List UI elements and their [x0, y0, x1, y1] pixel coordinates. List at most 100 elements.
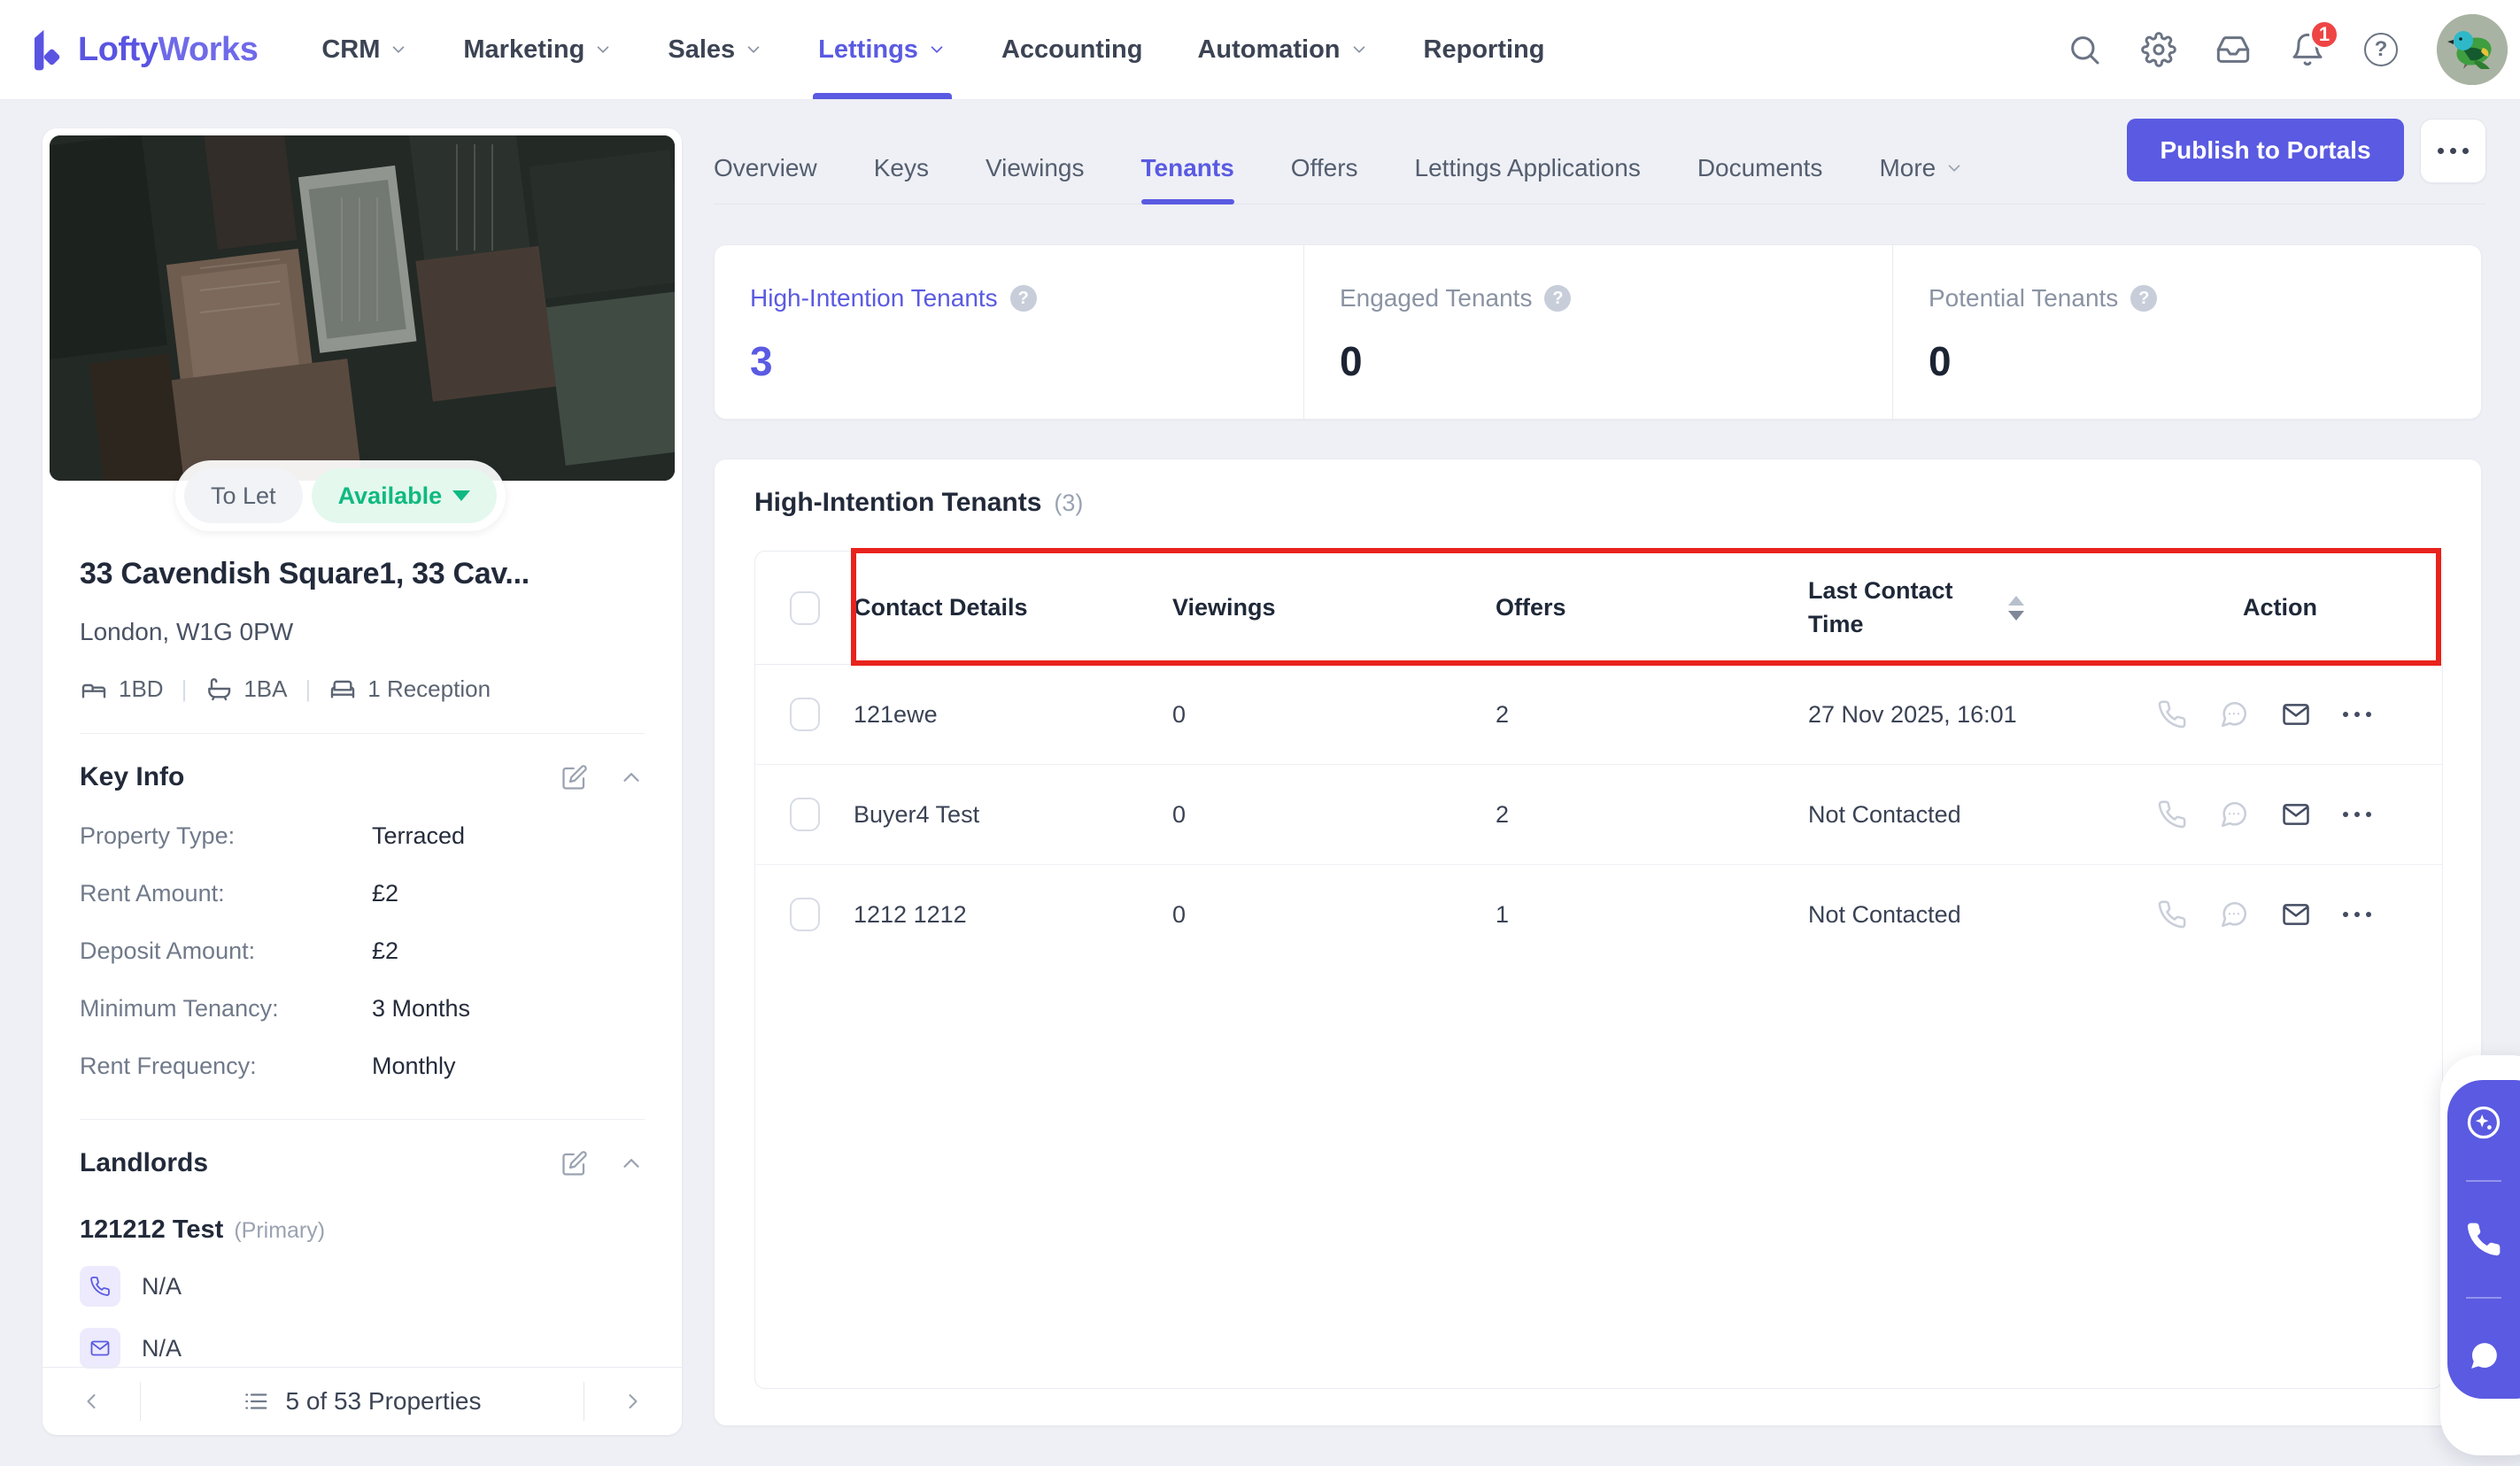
- inbox-icon[interactable]: [2215, 32, 2251, 67]
- list-icon: [243, 1388, 269, 1415]
- divider: |: [181, 675, 188, 702]
- menu-marketing[interactable]: Marketing: [463, 0, 613, 99]
- key-info-row: Minimum Tenancy: 3 Months: [80, 995, 471, 1022]
- main-menu: CRM Marketing Sales Lettings Accounting …: [321, 0, 1544, 99]
- menu-accounting[interactable]: Accounting: [1001, 0, 1143, 99]
- chevron-up-icon[interactable]: [618, 1150, 645, 1177]
- loftyworks-logo-icon: [35, 29, 60, 71]
- select-all-checkbox[interactable]: [789, 590, 820, 625]
- mail-icon[interactable]: [80, 1328, 120, 1369]
- menu-automation[interactable]: Automation: [1197, 0, 1368, 99]
- help-icon[interactable]: ?: [1009, 285, 1037, 312]
- tab-documents[interactable]: Documents: [1697, 133, 1823, 204]
- phone-icon[interactable]: [80, 1266, 120, 1307]
- menu-reporting[interactable]: Reporting: [1424, 0, 1545, 99]
- bed-icon: [80, 675, 108, 703]
- chevron-down-icon: [744, 40, 763, 59]
- tab-more[interactable]: More: [1879, 133, 1964, 204]
- table-title: High-Intention Tenants (3): [754, 488, 1084, 517]
- edit-icon[interactable]: [561, 1150, 588, 1177]
- mail-icon[interactable]: [2281, 799, 2311, 829]
- chevron-down-icon: [389, 40, 408, 59]
- mail-icon[interactable]: [2281, 899, 2311, 930]
- stat-engaged: Engaged Tenants? 0: [1303, 245, 1892, 419]
- property-list-button[interactable]: 5 of 53 Properties: [141, 1387, 584, 1416]
- nav-utilities: 1 ?: [2067, 14, 2508, 85]
- more-icon[interactable]: [2343, 712, 2371, 717]
- stat-high-intention: High-Intention Tenants? 3: [715, 245, 1303, 419]
- sparkle-icon[interactable]: [2447, 1103, 2520, 1142]
- chat-icon[interactable]: [2447, 1337, 2520, 1376]
- tenant-name[interactable]: 1212 1212: [854, 901, 1172, 929]
- tab-keys[interactable]: Keys: [874, 133, 929, 204]
- row-checkbox[interactable]: [789, 698, 820, 731]
- tab-overview[interactable]: Overview: [714, 133, 817, 204]
- top-nav: LoftyWorks CRM Marketing Sales Lettings …: [0, 0, 2520, 100]
- help-icon[interactable]: ?: [1544, 285, 1572, 312]
- landlords-heading: Landlords: [80, 1148, 209, 1177]
- row-checkbox[interactable]: [789, 898, 820, 931]
- table-row[interactable]: 1212 1212 0 1 Not Contacted: [755, 865, 2442, 964]
- menu-lettings[interactable]: Lettings: [813, 0, 952, 99]
- column-contact-details[interactable]: Contact Details: [854, 594, 1172, 621]
- avatar[interactable]: [2437, 14, 2508, 85]
- publish-to-portals-button[interactable]: Publish to Portals: [2127, 119, 2404, 181]
- divider: |: [305, 675, 312, 702]
- chevron-up-icon[interactable]: [618, 764, 645, 791]
- property-pagination: 5 of 53 Properties: [43, 1367, 682, 1435]
- row-checkbox[interactable]: [789, 798, 820, 831]
- tab-tenants[interactable]: Tenants: [1140, 133, 1235, 204]
- feature-bedrooms: 1BD: [80, 675, 164, 703]
- menu-crm[interactable]: CRM: [321, 0, 408, 99]
- tab-lettings-applications[interactable]: Lettings Applications: [1415, 133, 1641, 204]
- edit-icon[interactable]: [561, 764, 588, 791]
- tenant-name[interactable]: Buyer4 Test: [854, 801, 1172, 829]
- loftyworks-logo[interactable]: LoftyWorks: [27, 27, 259, 73]
- chat-icon[interactable]: [2219, 899, 2249, 930]
- key-info-row: Rent Amount: £2: [80, 880, 399, 907]
- column-offers[interactable]: Offers: [1496, 594, 1808, 621]
- property-sidebar-card: To Let Available 33 Cavendish Square1, 3…: [43, 128, 682, 1435]
- menu-sales[interactable]: Sales: [668, 0, 763, 99]
- divider: [2466, 1180, 2501, 1182]
- divider: [2466, 1297, 2501, 1299]
- key-info-row: Property Type: Terraced: [80, 822, 466, 849]
- chevron-down-icon: [1944, 158, 1964, 178]
- tenant-name[interactable]: 121ewe: [854, 701, 1172, 729]
- tab-offers[interactable]: Offers: [1291, 133, 1358, 204]
- more-icon[interactable]: [2343, 812, 2371, 817]
- phone-icon[interactable]: [2157, 899, 2187, 930]
- feature-reception: 1 Reception: [329, 675, 491, 703]
- more-actions-button[interactable]: [2420, 119, 2486, 183]
- table-row[interactable]: 121ewe 0 2 27 Nov 2025, 16:01: [755, 665, 2442, 765]
- floating-action-widget: [2447, 1080, 2520, 1399]
- prev-property-button[interactable]: [43, 1389, 140, 1414]
- chat-icon[interactable]: [2219, 799, 2249, 829]
- key-info-heading: Key Info: [80, 762, 185, 791]
- logo-text: LoftyWorks: [78, 30, 259, 68]
- search-icon[interactable]: [2067, 32, 2102, 67]
- key-info-row: Rent Frequency: Monthly: [80, 1053, 456, 1079]
- phone-icon[interactable]: [2157, 699, 2187, 729]
- mail-icon[interactable]: [2281, 699, 2311, 729]
- help-icon[interactable]: ?: [2130, 285, 2158, 312]
- next-property-button[interactable]: [584, 1389, 682, 1414]
- table-row[interactable]: Buyer4 Test 0 2 Not Contacted: [755, 765, 2442, 865]
- sofa-icon: [329, 675, 357, 703]
- phone-icon[interactable]: [2447, 1220, 2520, 1259]
- more-icon[interactable]: [2343, 912, 2371, 917]
- tab-viewings[interactable]: Viewings: [986, 133, 1085, 204]
- chevron-down-icon: [927, 40, 947, 59]
- help-icon[interactable]: ?: [2364, 33, 2398, 66]
- column-action: Action: [2243, 594, 2317, 621]
- column-last-contact-time[interactable]: Last Contact Time: [1808, 575, 2153, 642]
- gear-icon[interactable]: [2141, 32, 2176, 67]
- chat-icon[interactable]: [2219, 699, 2249, 729]
- more-icon: [2438, 148, 2444, 154]
- sort-icon[interactable]: [2008, 595, 2024, 621]
- bell-icon[interactable]: 1: [2290, 19, 2339, 67]
- column-viewings[interactable]: Viewings: [1172, 594, 1496, 621]
- bath-icon: [205, 675, 233, 703]
- feature-bathrooms: 1BA: [205, 675, 288, 703]
- phone-icon[interactable]: [2157, 799, 2187, 829]
